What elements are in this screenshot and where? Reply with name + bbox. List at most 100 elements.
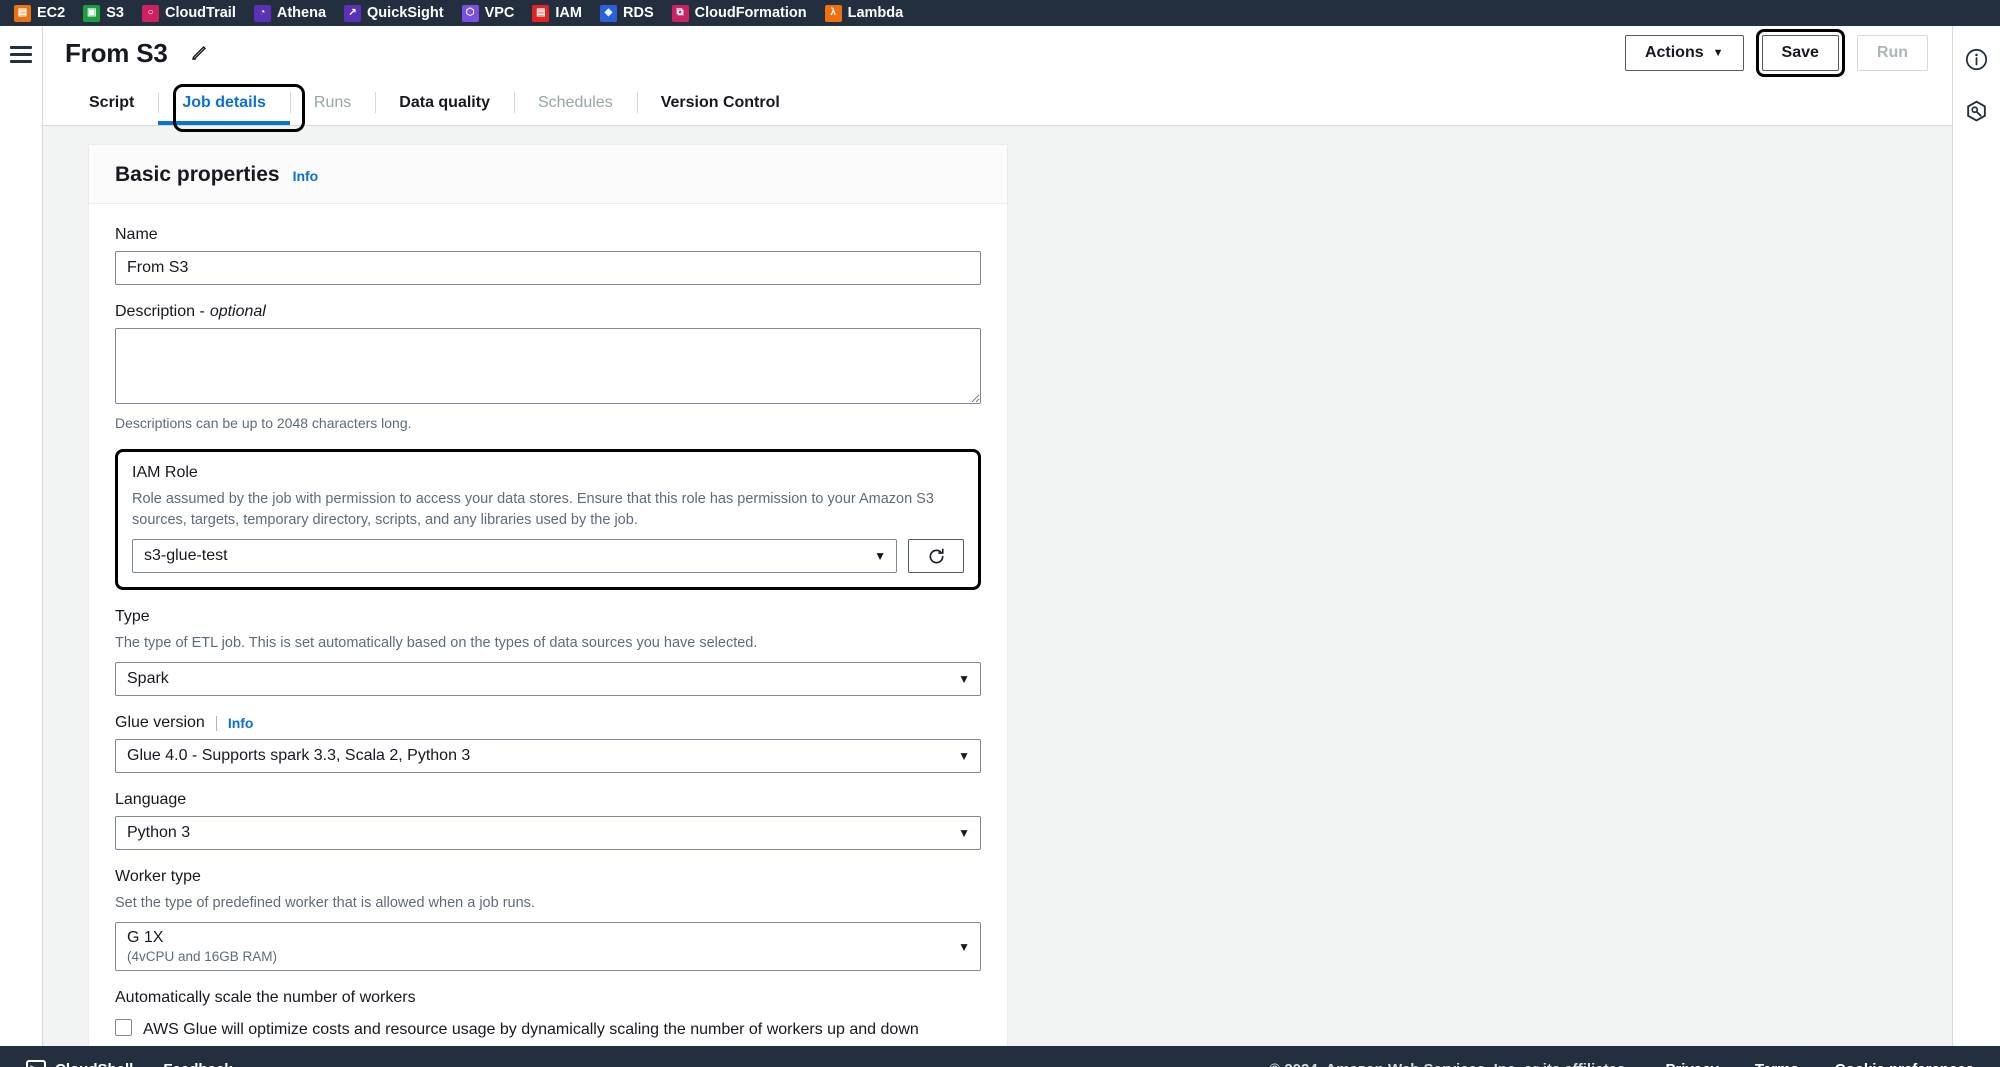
glue-version-select[interactable]: Glue 4.0 - Supports spark 3.3, Scala 2, …	[115, 739, 981, 774]
s3-icon: ▣	[83, 4, 101, 22]
iam-role-select-wrap: s3-glue-test ▼	[132, 539, 897, 574]
description-label-optional: optional	[209, 303, 266, 320]
auto-scale-checkbox-label: AWS Glue will optimize costs and resourc…	[143, 1021, 919, 1039]
rds-icon: ◈	[600, 4, 617, 22]
bookmark-ec2[interactable]: ▤ EC2	[14, 4, 66, 22]
bookmark-quicksight[interactable]: ↗ QuickSight	[344, 4, 444, 22]
type-description: The type of ETL job. This is set automat…	[115, 635, 758, 652]
bookmark-label: VPC	[484, 5, 515, 21]
bookmark-s3[interactable]: ▣ S3	[83, 4, 124, 22]
glue-version-info-link[interactable]: Info	[228, 715, 254, 731]
auto-scale-label: Automatically scale the number of worker…	[115, 989, 416, 1007]
glue-version-label-row: Glue version Info	[115, 714, 981, 732]
iam-role-select[interactable]: s3-glue-test	[132, 539, 897, 574]
name-label: Name	[115, 226, 158, 243]
actions-button-label: Actions	[1644, 44, 1704, 61]
page-footer: >_ CloudShell Feedback © 2024, Amazon We…	[0, 1046, 2000, 1067]
iam-role-label: IAM Role	[132, 464, 198, 481]
cookie-preferences-link[interactable]: Cookie preferences	[1835, 1061, 1974, 1067]
actions-button[interactable]: Actions ▼	[1624, 35, 1744, 71]
privacy-link[interactable]: Privacy	[1665, 1061, 1718, 1067]
terms-link[interactable]: Terms	[1755, 1061, 1799, 1067]
worker-type-label: Worker type	[115, 868, 201, 886]
save-button[interactable]: Save	[1761, 35, 1839, 71]
bookmark-athena[interactable]: ◔ Athena	[253, 4, 327, 22]
iam-role-row: s3-glue-test ▼	[132, 539, 964, 574]
bookmark-cloudtrail[interactable]: ○ CloudTrail	[141, 4, 236, 22]
page-title: From S3	[65, 37, 168, 68]
tab-job-details[interactable]: Job details	[158, 80, 290, 125]
glue-version-label: Glue version	[115, 714, 205, 732]
run-button[interactable]: Run	[1856, 35, 1928, 71]
auto-scale-checkbox[interactable]	[115, 1019, 132, 1037]
terminal-icon: >_	[26, 1059, 46, 1067]
cloudshell-button[interactable]: >_ CloudShell	[26, 1059, 133, 1067]
chevron-down-icon: ▼	[1712, 46, 1724, 59]
worker-type-description: Set the type of predefined worker that i…	[115, 895, 535, 912]
description-label-main: Description -	[115, 303, 205, 320]
description-label: Description - optional	[115, 303, 981, 321]
worker-type-select[interactable]: G 1X (4vCPU and 16GB RAM)	[115, 922, 981, 972]
language-select-wrap: Python 3 ▼	[115, 816, 981, 851]
bookmark-cloudformation[interactable]: ⧉ CloudFormation	[671, 4, 807, 22]
type-label: Type	[115, 608, 150, 626]
iam-role-description: Role assumed by the job with permission …	[132, 491, 934, 529]
cloudformation-icon: ⧉	[671, 4, 689, 22]
left-navigation-rail	[0, 26, 43, 1046]
type-select-wrap: Spark ▼	[115, 662, 981, 697]
save-button-annotation: Save	[1755, 29, 1845, 77]
edit-pencil-icon[interactable]	[188, 42, 210, 64]
tab-schedules[interactable]: Schedules	[513, 80, 637, 125]
tab-data-quality[interactable]: Data quality	[375, 80, 514, 125]
bookmark-vpc[interactable]: ⬡ VPC	[461, 4, 515, 22]
lambda-icon: λ	[824, 4, 842, 22]
type-value: Spark	[127, 670, 169, 688]
main-column: From S3 Actions ▼ Save Run Script Job de…	[43, 26, 1952, 1046]
field-type: Type The type of ETL job. This is set au…	[115, 608, 981, 697]
tab-bar: Script Job details Runs Data quality Sch…	[43, 80, 1952, 132]
language-select[interactable]: Python 3	[115, 816, 981, 851]
hamburger-menu-icon[interactable]	[10, 46, 32, 1046]
language-label: Language	[115, 791, 187, 809]
bookmark-label: S3	[106, 5, 124, 21]
shortcuts-hexagon-icon[interactable]	[1962, 96, 1992, 126]
card-body: Name Description - optional Descriptions…	[89, 204, 1007, 1046]
page-header: From S3 Actions ▼ Save Run	[43, 26, 1952, 80]
label-divider	[215, 715, 217, 731]
bookmark-iam[interactable]: ▤ IAM	[532, 4, 582, 22]
tab-version-control[interactable]: Version Control	[636, 80, 804, 125]
basic-properties-info-link[interactable]: Info	[293, 168, 319, 184]
tab-runs[interactable]: Runs	[289, 80, 375, 125]
athena-icon: ◔	[253, 4, 271, 22]
tab-script[interactable]: Script	[65, 80, 158, 125]
cloudshell-label: CloudShell	[55, 1061, 133, 1067]
description-textarea[interactable]	[115, 328, 981, 404]
iam-icon: ▤	[532, 4, 550, 22]
bookmark-label: EC2	[37, 5, 66, 21]
bookmark-label: RDS	[623, 5, 654, 21]
auto-scale-checkbox-row[interactable]: AWS Glue will optimize costs and resourc…	[115, 1017, 981, 1046]
info-circle-icon[interactable]	[1962, 44, 1992, 74]
bookmark-lambda[interactable]: λ Lambda	[824, 4, 903, 22]
bookmark-label: Athena	[276, 5, 327, 21]
header-action-buttons: Actions ▼ Save Run	[1624, 29, 1928, 77]
footer-left-group: >_ CloudShell Feedback	[26, 1059, 233, 1067]
bookmark-rds[interactable]: ◈ RDS	[600, 4, 654, 22]
name-input[interactable]	[115, 251, 981, 285]
bookmark-label: CloudTrail	[164, 5, 236, 21]
worker-type-sub-value: (4vCPU and 16GB RAM)	[127, 949, 278, 965]
worker-type-value: G 1X	[127, 929, 164, 947]
feedback-link[interactable]: Feedback	[163, 1061, 232, 1067]
card-title: Basic properties	[115, 163, 280, 186]
field-language: Language Python 3 ▼	[115, 791, 981, 851]
type-select[interactable]: Spark	[115, 662, 981, 697]
card-header: Basic properties Info	[89, 145, 1007, 204]
description-hint: Descriptions can be up to 2048 character…	[115, 415, 412, 431]
vpc-icon: ⬡	[461, 4, 479, 22]
glue-version-select-wrap: Glue 4.0 - Supports spark 3.3, Scala 2, …	[115, 739, 981, 774]
app-viewport: From S3 Actions ▼ Save Run Script Job de…	[0, 26, 2000, 1046]
iam-role-refresh-button[interactable]	[908, 539, 964, 574]
field-description: Description - optional Descriptions can …	[115, 303, 981, 431]
bookmark-label: CloudFormation	[694, 5, 807, 21]
bookmark-label: QuickSight	[367, 5, 444, 21]
